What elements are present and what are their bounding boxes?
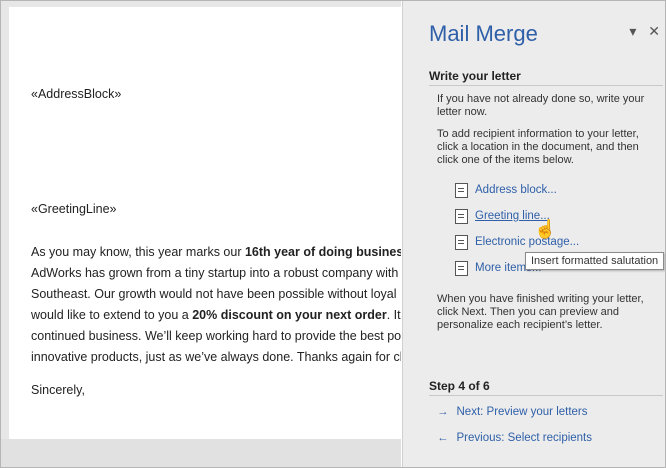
body-line-3: Southeast. Our growth would not have bee… (31, 287, 397, 301)
table-icon (455, 261, 468, 276)
tooltip: Insert formatted salutation (525, 252, 665, 270)
body-line-4: would like to extend to you a 20% discou… (31, 308, 401, 322)
document-icon (455, 209, 468, 224)
letter-body: As you may know, this year marks our 16t… (31, 242, 401, 368)
closing-text: Sincerely, (31, 383, 85, 397)
next-step-link[interactable]: → Next: Preview your letters (437, 406, 588, 418)
body-line-1: As you may know, this year marks our 16t… (31, 245, 401, 259)
address-block-field[interactable]: «AddressBlock» (31, 87, 121, 101)
pane-title: Mail Merge (429, 21, 538, 46)
step-divider (429, 395, 663, 396)
instructions-text: To add recipient information to your let… (437, 128, 639, 166)
document-scroll-gap (1, 439, 401, 467)
postage-icon (455, 235, 468, 250)
greeting-line-field[interactable]: «GreetingLine» (31, 202, 116, 216)
window: «AddressBlock» «GreetingLine» As you may… (0, 0, 666, 468)
close-icon[interactable]: ✕ (648, 23, 660, 39)
arrow-right-icon: → (437, 406, 449, 418)
step-indicator: Step 4 of 6 (429, 379, 490, 393)
previous-step-link[interactable]: ← Previous: Select recipients (437, 432, 592, 444)
arrow-left-icon: ← (437, 432, 449, 444)
pane-controls: ▾ ✕ (621, 23, 660, 40)
hand-cursor-icon: ☝ (534, 219, 557, 239)
body-line-6: innovative products, just as we’ve alway… (31, 350, 401, 364)
body-line-2: AdWorks has grown from a tiny startup in… (31, 266, 399, 280)
body-line-5: continued business. We’ll keep working h… (31, 329, 401, 343)
document-page[interactable]: «AddressBlock» «GreetingLine» As you may… (9, 7, 401, 439)
document-area: «AddressBlock» «GreetingLine» As you may… (1, 1, 401, 467)
document-icon (455, 183, 468, 198)
section-divider (429, 85, 663, 86)
section-title: Write your letter (429, 69, 521, 83)
intro-text: If you have not already done so, write y… (437, 93, 645, 118)
finish-text: When you have finished writing your lett… (437, 293, 644, 331)
pane-options-icon[interactable]: ▾ (629, 23, 636, 39)
